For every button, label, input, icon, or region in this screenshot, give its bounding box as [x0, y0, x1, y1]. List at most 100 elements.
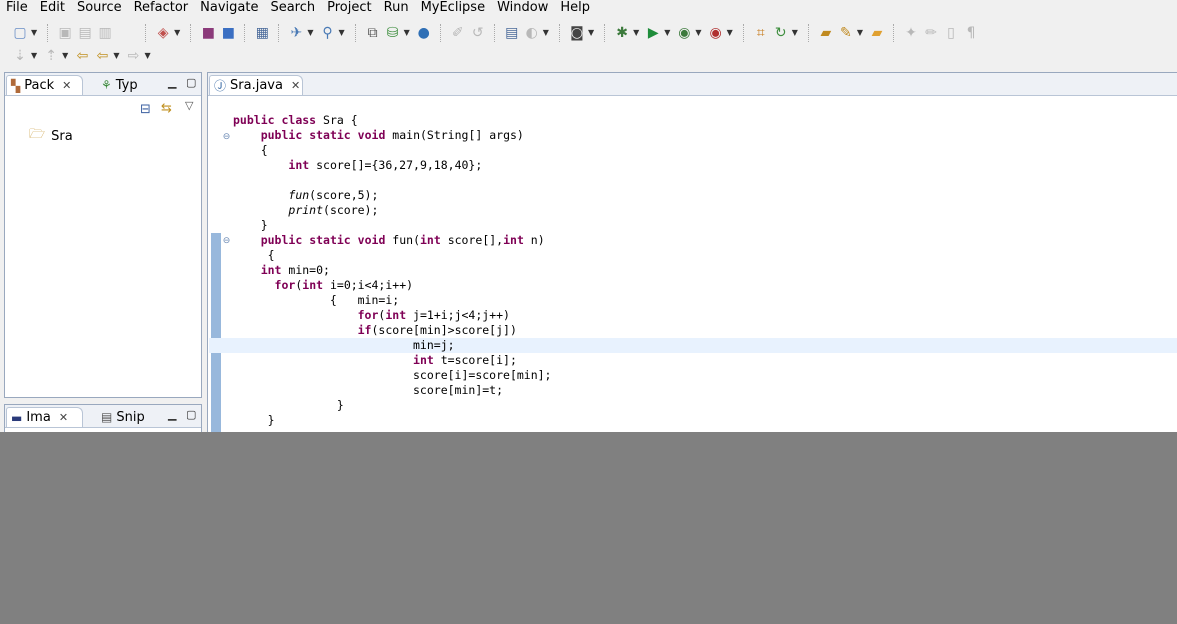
menu-help[interactable]: Help: [554, 0, 596, 16]
link-with-editor-icon[interactable]: ⇆: [161, 101, 172, 116]
page-icon[interactable]: ▯: [942, 23, 960, 43]
save-all-icon[interactable]: ▤: [76, 23, 94, 43]
package-explorer-tabbar: ▚ Pack ✕ ⚘ Typ ▁ ▢: [5, 73, 201, 96]
forward-icon[interactable]: ⇨ ▼: [124, 46, 153, 66]
menu-navigate[interactable]: Navigate: [194, 0, 264, 16]
refresh-icon[interactable]: ↻ ▼: [772, 23, 801, 43]
code-line[interactable]: public static void main(String[] args): [233, 128, 1177, 143]
minimize-icon[interactable]: ▁: [168, 408, 176, 421]
code-line[interactable]: for(int i=0;i<4;i++): [233, 278, 1177, 293]
search-icon[interactable]: ⚲ ▼: [318, 23, 347, 43]
deploy-icon[interactable]: ⧉: [364, 23, 382, 43]
config-icon[interactable]: ▤: [503, 23, 521, 43]
menu-window[interactable]: Window: [491, 0, 554, 16]
menu-myeclipse[interactable]: MyEclipse: [415, 0, 492, 16]
next-annotation-icon[interactable]: ⇣ ▼: [11, 46, 40, 66]
run-icon[interactable]: ▶ ▼: [644, 23, 673, 43]
code-line[interactable]: score[i]=score[min];: [233, 368, 1177, 383]
code-line[interactable]: {: [233, 248, 1177, 263]
menu-refactor[interactable]: Refactor: [128, 0, 195, 16]
open-perspective-icon[interactable]: ✐: [449, 23, 467, 43]
package-icon[interactable]: ■: [199, 23, 217, 43]
server-icon[interactable]: ▦: [253, 23, 271, 43]
tab-snippets[interactable]: ▤ Snip: [97, 407, 149, 427]
code-line[interactable]: public static void fun(int score[],int n…: [233, 233, 1177, 248]
tab-label: Pack: [24, 78, 55, 93]
back-icon[interactable]: ⇦ ▼: [93, 46, 122, 66]
print-icon[interactable]: ▥: [96, 23, 114, 43]
tab-type-hierarchy[interactable]: ⚘ Typ: [97, 75, 142, 95]
debug-icon[interactable]: ✱ ▼: [613, 23, 642, 43]
menu-source[interactable]: Source: [71, 0, 128, 16]
menu-file[interactable]: File: [0, 0, 34, 16]
prev-annotation-icon[interactable]: ⇡ ▼: [42, 46, 71, 66]
package-explorer-view: ▚ Pack ✕ ⚘ Typ ▁ ▢ ⊟ ⇆ ▽ 🗁 Sra: [4, 72, 202, 398]
last-edit-icon[interactable]: ⇦: [73, 46, 91, 66]
toolbar-separator: [493, 24, 496, 42]
run-coverage-icon[interactable]: ◐ ▼: [523, 23, 552, 43]
code-line[interactable]: int score[]={36,27,9,18,40};: [233, 158, 1177, 173]
run-config-icon[interactable]: ◉ ▼: [675, 23, 704, 43]
view-menu-icon[interactable]: ▽: [185, 99, 193, 112]
menu-project[interactable]: Project: [321, 0, 377, 16]
sync-icon[interactable]: ↺: [469, 23, 487, 43]
type-hierarchy-icon: ⚘: [101, 78, 112, 92]
tab-package-explorer[interactable]: ▚ Pack ✕: [6, 75, 83, 95]
tree-item-project[interactable]: 🗁 Sra: [29, 125, 73, 147]
pen-icon[interactable]: ✏: [922, 23, 940, 43]
open-type-icon[interactable]: ⌗: [752, 23, 770, 43]
menu-edit[interactable]: Edit: [34, 0, 71, 16]
open-folder-icon[interactable]: ▰: [817, 23, 835, 43]
toolbar-separator: [145, 24, 147, 42]
close-icon[interactable]: ✕: [59, 411, 68, 424]
tab-label: Typ: [115, 77, 138, 93]
new-icon[interactable]: ▢ ▼: [11, 23, 40, 43]
web-icon[interactable]: ✈ ▼: [287, 23, 316, 43]
close-icon[interactable]: ✕: [62, 79, 71, 92]
overview-ruler[interactable]: [208, 96, 222, 432]
code-line[interactable]: { min=i;: [233, 293, 1177, 308]
code-line[interactable]: if(score[min]>score[j]): [233, 323, 1177, 338]
tab-image-view[interactable]: ▬ Ima ✕: [6, 407, 83, 427]
toolbar-separator: [190, 24, 192, 42]
save-icon[interactable]: ▣: [56, 23, 74, 43]
code-line[interactable]: fun(score,5);: [233, 188, 1177, 203]
tools-icon[interactable]: ✦: [902, 23, 920, 43]
code-line[interactable]: }: [233, 413, 1177, 428]
new-web-project-icon[interactable]: ◈ ▼: [154, 23, 183, 43]
menu-search[interactable]: Search: [264, 0, 321, 16]
code-line[interactable]: }: [233, 218, 1177, 233]
external-tools-icon[interactable]: ◉ ▼: [707, 23, 736, 43]
cube-icon[interactable]: ■: [219, 23, 237, 43]
collapse-all-icon[interactable]: ⊟: [140, 102, 151, 117]
fold-collapse-icon[interactable]: ⊖: [222, 133, 231, 142]
code-line[interactable]: score[min]=t;: [233, 383, 1177, 398]
code-editor[interactable]: public class Sra { public static void ma…: [209, 113, 1177, 428]
code-line[interactable]: {: [233, 143, 1177, 158]
globe-icon[interactable]: ●: [415, 23, 433, 43]
java-file-icon: Ⓙ: [214, 79, 227, 93]
code-line[interactable]: int t=score[i];: [233, 353, 1177, 368]
tab-sra-java[interactable]: Ⓙ Sra.java ✕: [209, 75, 303, 95]
code-line[interactable]: min=j;: [209, 338, 1177, 353]
snippets-icon: ▤: [101, 410, 113, 424]
code-line[interactable]: print(score);: [233, 203, 1177, 218]
pilcrow-icon[interactable]: ¶: [962, 23, 980, 43]
camera-icon[interactable]: ◙ ▼: [568, 23, 597, 43]
code-line[interactable]: [233, 173, 1177, 188]
link-with-editor-icon[interactable]: ⇆: [39, 431, 50, 432]
folder-icon[interactable]: ▰: [868, 23, 886, 43]
maximize-icon[interactable]: ▢: [186, 408, 196, 421]
tab-label: Ima: [26, 410, 51, 425]
fold-collapse-icon[interactable]: ⊖: [222, 237, 231, 246]
code-line[interactable]: for(int j=1+i;j<4;j++): [233, 308, 1177, 323]
maximize-icon[interactable]: ▢: [186, 76, 196, 89]
minimize-icon[interactable]: ▁: [168, 76, 176, 89]
close-icon[interactable]: ✕: [291, 79, 300, 92]
code-line[interactable]: public class Sra {: [233, 113, 1177, 128]
wand-icon[interactable]: ✎ ▼: [837, 23, 866, 43]
code-line[interactable]: }: [233, 398, 1177, 413]
menu-run[interactable]: Run: [378, 0, 415, 16]
code-line[interactable]: int min=0;: [233, 263, 1177, 278]
db-icon[interactable]: ⛁ ▼: [384, 23, 413, 43]
